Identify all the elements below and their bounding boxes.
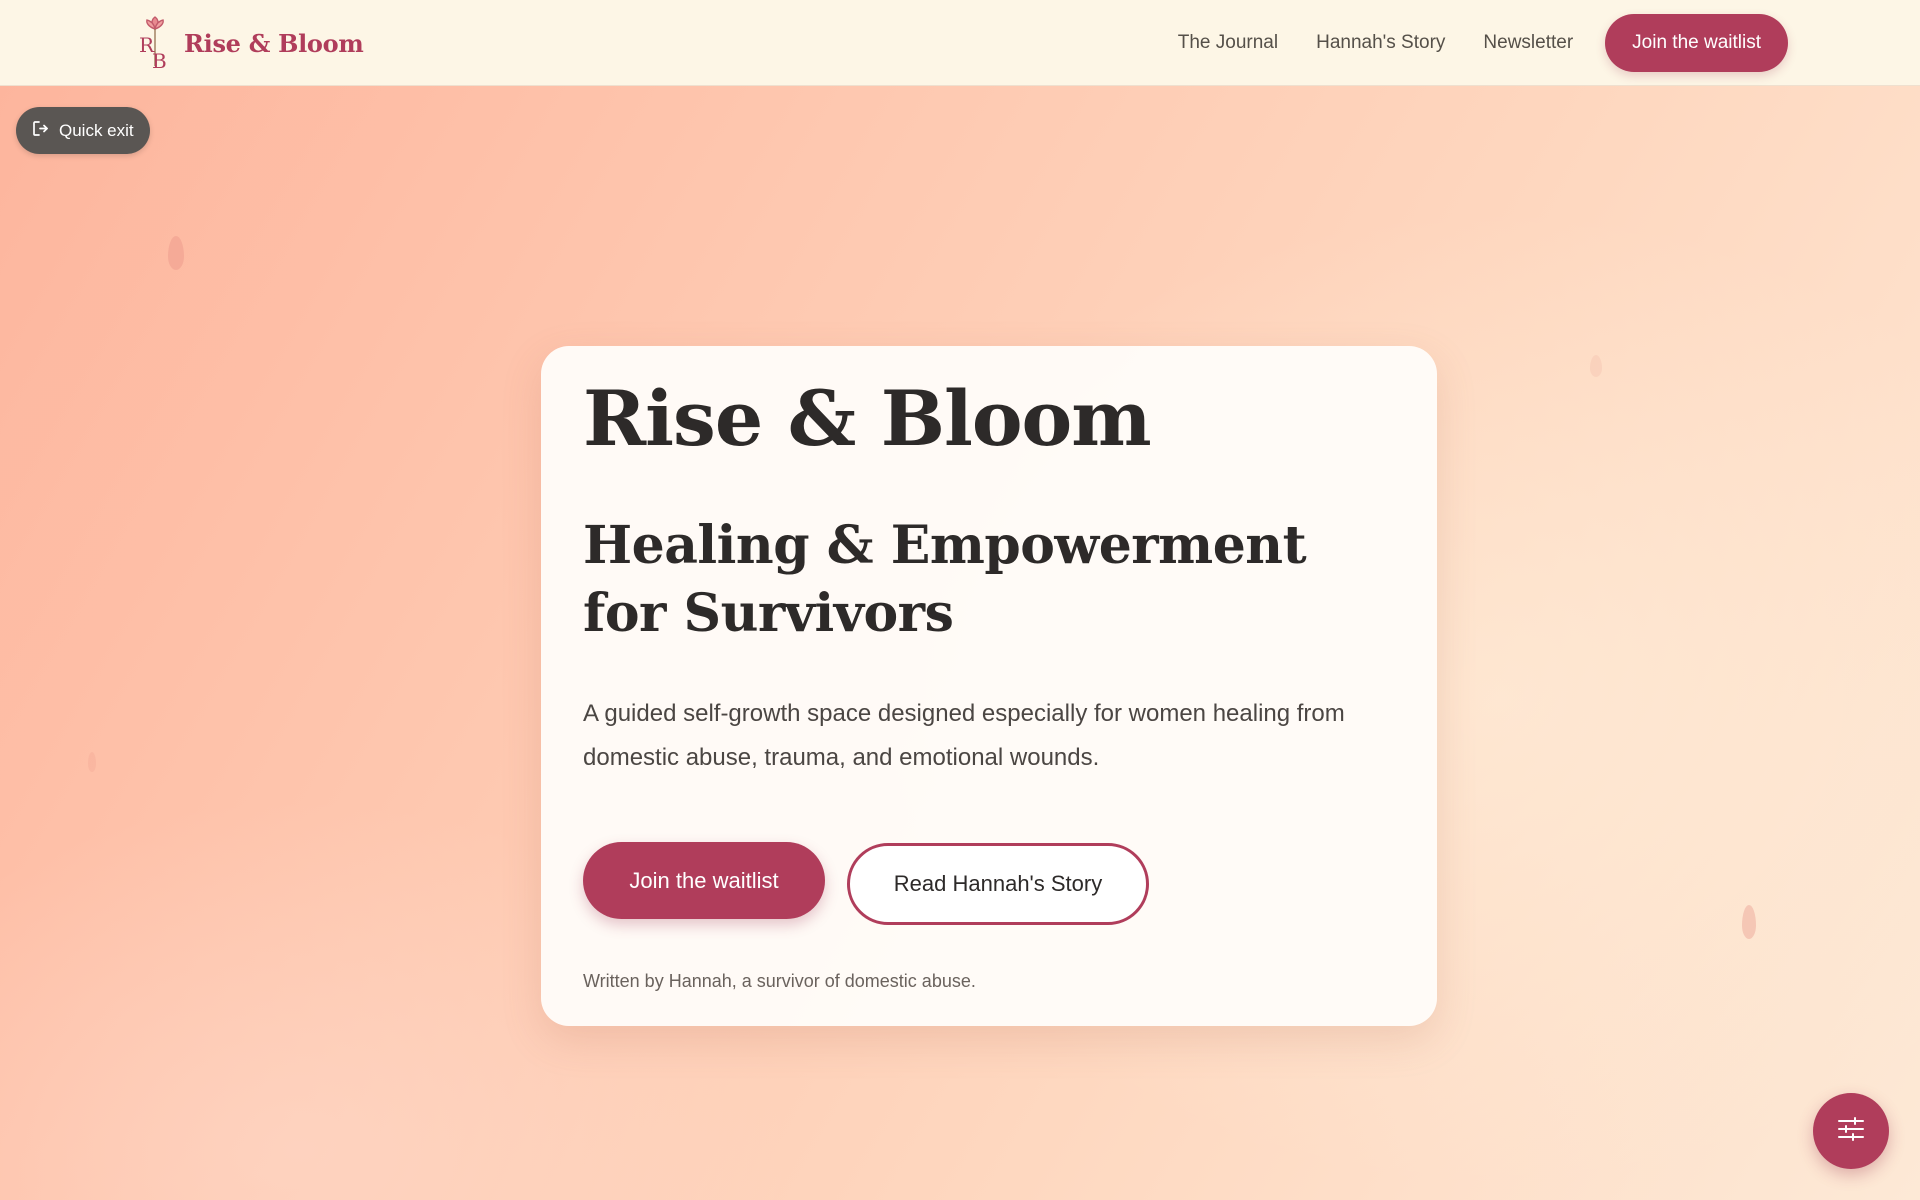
svg-text:B: B: [152, 49, 167, 70]
quick-exit-label: Quick exit: [59, 120, 134, 140]
site-header: R B Rise & Bloom The Journal Hannah's St…: [0, 0, 1920, 86]
join-waitlist-button[interactable]: Join the waitlist: [583, 842, 825, 919]
hero-description: A guided self-growth space designed espe…: [583, 700, 1345, 771]
author-byline: Written by Hannah, a survivor of domesti…: [583, 971, 976, 991]
header-join-waitlist-button[interactable]: Join the waitlist: [1605, 14, 1788, 72]
brand-logo-link[interactable]: R B Rise & Bloom: [138, 16, 364, 70]
exit-icon: [32, 120, 49, 142]
hero-card: Rise & Bloom Healing & Empowerment for S…: [541, 346, 1437, 1026]
hero-subtitle: Healing & Empowerment for Survivors: [583, 515, 1307, 644]
decorative-petal: [1742, 905, 1756, 939]
read-hannahs-story-button[interactable]: Read Hannah's Story: [847, 843, 1149, 925]
hero-title: Rise & Bloom: [583, 374, 1152, 463]
settings-fab-button[interactable]: [1813, 1093, 1889, 1169]
decorative-petal: [168, 236, 184, 270]
decorative-petal: [1590, 355, 1602, 377]
sliders-icon: [1836, 1114, 1866, 1149]
nav-link-journal[interactable]: The Journal: [1178, 32, 1278, 54]
decorative-petal: [88, 752, 96, 772]
nav-link-newsletter[interactable]: Newsletter: [1483, 32, 1573, 54]
nav-link-hannahs-story[interactable]: Hannah's Story: [1316, 32, 1445, 54]
main-nav: The Journal Hannah's Story Newsletter Jo…: [1178, 13, 1788, 73]
quick-exit-button[interactable]: Quick exit: [16, 107, 150, 154]
lotus-monogram-icon: R B: [138, 16, 172, 70]
brand-name: Rise & Bloom: [184, 28, 364, 58]
